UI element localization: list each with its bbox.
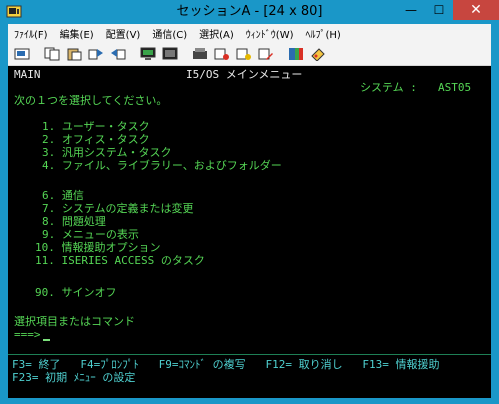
option-information-assistant[interactable]: 10. 情報援助オプション [35,241,161,254]
command-prompt: ===> [14,328,41,341]
option-iseries-access-tasks[interactable]: 11. ISERIES ACCESS のタスク [35,254,205,267]
title-bar[interactable]: セッションA - [24 x 80] — ☐ ✕ [0,0,499,24]
toolbar [8,42,491,66]
receive-icon [111,48,126,59]
option-define-change-system[interactable]: 7. システムの定義または変更 [42,202,194,215]
help-icon [311,47,325,61]
menu-bar: ﾌｧｲﾙ(F) 編集(E) 配置(V) 通信(C) 選択(A) ｳｨﾝﾄﾞｳ(W… [8,24,491,42]
paste-icon [67,48,82,60]
keyboard-button[interactable] [160,45,180,63]
system-name: AST05 [438,81,472,94]
maximize-button[interactable]: ☐ [425,0,453,20]
command-line[interactable]: ===> [14,328,50,341]
screen-heading: I5/OS メインメニュー [186,68,303,81]
color-button[interactable] [286,45,306,63]
macro-stop-icon [236,48,251,60]
command-label: 選択項目またはコマンド [14,315,135,328]
menu-window[interactable]: ｳｨﾝﾄﾞｳ(W) [240,26,300,41]
menu-id: MAIN [14,68,41,81]
copy-button[interactable] [42,45,62,63]
status-divider [8,354,491,355]
emulator-window: セッションA - [24 x 80] — ☐ ✕ ﾌｧｲﾙ(F) 編集(E) 配… [0,0,499,404]
print-button[interactable] [12,45,32,63]
macro-play-button[interactable] [212,45,232,63]
menu-file[interactable]: ﾌｧｲﾙ(F) [8,26,54,41]
option-files-libraries-folders[interactable]: 4. ファイル、ライブラリー、およびフォルダー [42,159,282,172]
text-cursor [42,339,50,341]
menu-help[interactable]: ﾍﾙﾌﾟ(H) [300,26,347,41]
display-icon [140,47,156,60]
display-button[interactable] [138,45,158,63]
macro-record-icon [193,47,207,59]
receive-button[interactable] [108,45,128,63]
option-general-system-tasks[interactable]: 3. 汎用システム・タスク [42,146,172,159]
send-button[interactable] [86,45,106,63]
keyboard-icon [162,47,178,59]
minimize-button[interactable]: — [397,0,425,20]
function-keys-line-1: F3= 終了 F4=ﾌﾟﾛﾝﾌﾟﾄ F9=ｺﾏﾝﾄﾞ の複写 F12= 取り消し… [12,358,440,371]
menu-edit[interactable]: 編集(E) [54,26,100,41]
selection-prompt: 次の１つを選択してください。 [14,94,168,107]
menu-actions[interactable]: 選択(A) [193,26,240,41]
terminal-screen[interactable]: MAIN I5/OS メインメニュー システム : AST05 次の１つを選択し… [8,66,491,398]
copy-icon [44,47,60,60]
help-button[interactable] [308,45,328,63]
paste-button[interactable] [64,45,84,63]
option-display-menu[interactable]: 9. メニューの表示 [42,228,139,241]
function-keys-line-2: F23= 初期 ﾒﾆｭｰ の設定 [12,371,136,384]
send-icon [88,48,103,59]
menu-communication[interactable]: 通信(C) [146,26,193,41]
caption-buttons: — ☐ ✕ [397,0,499,22]
color-icon [289,47,303,60]
option-sign-off[interactable]: 90. サインオフ [35,286,117,299]
print-icon [14,48,30,59]
macro-edit-button[interactable] [256,45,276,63]
macro-stop-button[interactable] [234,45,254,63]
option-problem-handling[interactable]: 8. 問題処理 [42,215,106,228]
option-user-tasks[interactable]: 1. ユーザー・タスク [42,120,150,133]
option-office-tasks[interactable]: 2. オフィス・タスク [42,133,150,146]
system-label: システム : [360,81,417,94]
option-communications[interactable]: 6. 通信 [42,189,84,202]
menu-view[interactable]: 配置(V) [100,26,147,41]
macro-edit-icon [258,48,273,60]
macro-play-icon [214,48,229,60]
macro-record-button[interactable] [190,45,210,63]
close-button[interactable]: ✕ [453,0,499,20]
